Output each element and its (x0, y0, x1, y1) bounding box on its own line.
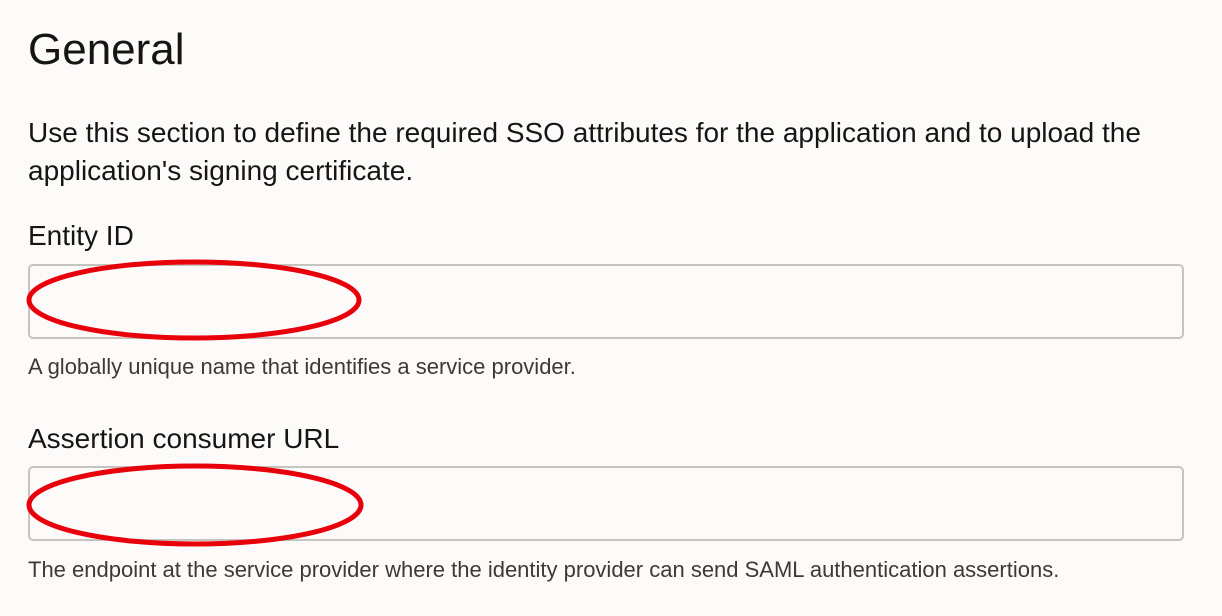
assertion-consumer-url-help-text: The endpoint at the service provider whe… (28, 557, 1060, 582)
entity-id-label: Entity ID (28, 220, 134, 251)
assertion-consumer-url-label: Assertion consumer URL (28, 423, 340, 454)
entity-id-help-text: A globally unique name that identifies a… (28, 354, 576, 379)
section-description: Use this section to define the required … (28, 117, 1141, 186)
entity-id-input[interactable] (28, 264, 1184, 339)
section-title: General (28, 25, 185, 74)
assertion-consumer-url-input[interactable] (28, 466, 1184, 541)
